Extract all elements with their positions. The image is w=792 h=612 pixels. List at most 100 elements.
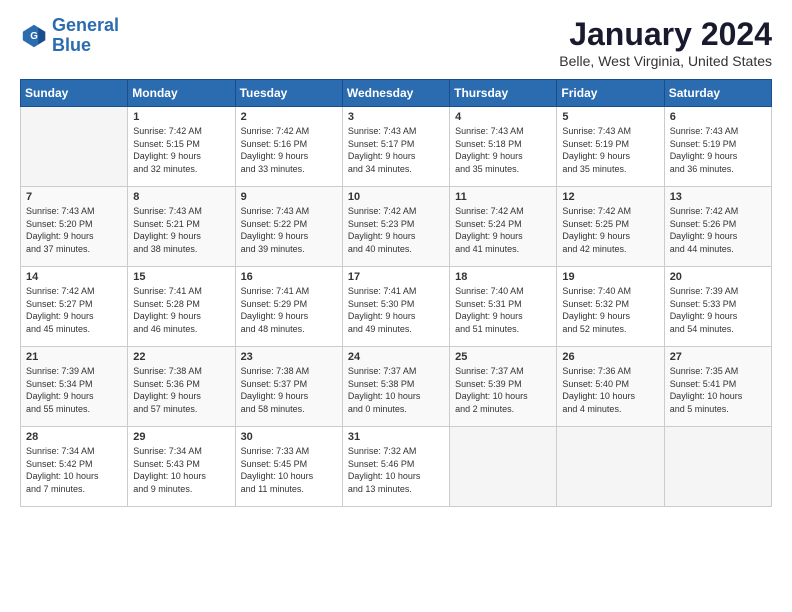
calendar-cell: 24Sunrise: 7:37 AM Sunset: 5:38 PM Dayli…	[342, 347, 449, 427]
calendar-cell: 15Sunrise: 7:41 AM Sunset: 5:28 PM Dayli…	[128, 267, 235, 347]
weekday-header-thursday: Thursday	[450, 80, 557, 107]
calendar-cell: 5 Sunrise: 7:43 AM Sunset: 5:19 PM Daylig…	[557, 107, 664, 187]
calendar-cell: 3Sunrise: 7:43 AM Sunset: 5:17 PM Daylig…	[342, 107, 449, 187]
calendar-week-row: 7 Sunrise: 7:43 AM Sunset: 5:20 PM Daylig…	[21, 187, 772, 267]
day-number: 31	[348, 431, 444, 443]
month-title: January 2024	[559, 16, 772, 53]
day-info: Sunrise: 7:43 AM Sunset: 5:19 PM Dayligh…	[670, 125, 766, 175]
calendar-cell: 21Sunrise: 7:39 AM Sunset: 5:34 PM Dayli…	[21, 347, 128, 427]
day-number: 5	[562, 111, 658, 123]
day-number: 16	[241, 271, 337, 283]
day-info: Sunrise: 7:42 AM Sunset: 5:25 PM Dayligh…	[562, 205, 658, 255]
day-info: Sunrise: 7:32 AM Sunset: 5:46 PM Dayligh…	[348, 445, 444, 495]
day-info: Sunrise: 7:34 AM Sunset: 5:42 PM Dayligh…	[26, 445, 122, 495]
day-number: 6	[670, 111, 766, 123]
calendar-table: SundayMondayTuesdayWednesdayThursdayFrid…	[20, 79, 772, 507]
calendar-cell: 18Sunrise: 7:40 AM Sunset: 5:31 PM Dayli…	[450, 267, 557, 347]
day-info: Sunrise: 7:38 AM Sunset: 5:36 PM Dayligh…	[133, 365, 229, 415]
day-number: 8	[133, 191, 229, 203]
day-number: 25	[455, 351, 551, 363]
day-info: Sunrise: 7:33 AM Sunset: 5:45 PM Dayligh…	[241, 445, 337, 495]
svg-text:G: G	[30, 31, 38, 42]
calendar-cell: 28 Sunrise: 7:34 AM Sunset: 5:42 PM Dayli…	[21, 427, 128, 507]
day-info: Sunrise: 7:42 AM Sunset: 5:16 PM Dayligh…	[241, 125, 337, 175]
weekday-header-sunday: Sunday	[21, 80, 128, 107]
day-info: Sunrise: 7:43 AM Sunset: 5:18 PM Dayligh…	[455, 125, 551, 175]
day-number: 9	[241, 191, 337, 203]
calendar-cell: 9 Sunrise: 7:43 AM Sunset: 5:22 PM Daylig…	[235, 187, 342, 267]
day-number: 10	[348, 191, 444, 203]
calendar-cell: 4 Sunrise: 7:43 AM Sunset: 5:18 PM Daylig…	[450, 107, 557, 187]
day-info: Sunrise: 7:43 AM Sunset: 5:20 PM Dayligh…	[26, 205, 122, 255]
calendar-cell: 16 Sunrise: 7:41 AM Sunset: 5:29 PM Dayli…	[235, 267, 342, 347]
logo-icon: G	[20, 22, 48, 50]
day-number: 19	[562, 271, 658, 283]
day-number: 2	[241, 111, 337, 123]
day-number: 1	[133, 111, 229, 123]
day-info: Sunrise: 7:38 AM Sunset: 5:37 PM Dayligh…	[241, 365, 337, 415]
day-info: Sunrise: 7:43 AM Sunset: 5:19 PM Dayligh…	[562, 125, 658, 175]
day-info: Sunrise: 7:42 AM Sunset: 5:23 PM Dayligh…	[348, 205, 444, 255]
day-number: 27	[670, 351, 766, 363]
calendar-cell: 6 Sunrise: 7:43 AM Sunset: 5:19 PM Daylig…	[664, 107, 771, 187]
day-info: Sunrise: 7:43 AM Sunset: 5:17 PM Dayligh…	[348, 125, 444, 175]
day-info: Sunrise: 7:36 AM Sunset: 5:40 PM Dayligh…	[562, 365, 658, 415]
calendar-cell: 13 Sunrise: 7:42 AM Sunset: 5:26 PM Dayli…	[664, 187, 771, 267]
calendar-cell: 20Sunrise: 7:39 AM Sunset: 5:33 PM Dayli…	[664, 267, 771, 347]
day-number: 7	[26, 191, 122, 203]
day-info: Sunrise: 7:37 AM Sunset: 5:38 PM Dayligh…	[348, 365, 444, 415]
weekday-header-row: SundayMondayTuesdayWednesdayThursdayFrid…	[21, 80, 772, 107]
calendar-cell: 7 Sunrise: 7:43 AM Sunset: 5:20 PM Daylig…	[21, 187, 128, 267]
calendar-cell: 19Sunrise: 7:40 AM Sunset: 5:32 PM Dayli…	[557, 267, 664, 347]
day-number: 26	[562, 351, 658, 363]
day-number: 11	[455, 191, 551, 203]
day-number: 14	[26, 271, 122, 283]
calendar-cell: 22 Sunrise: 7:38 AM Sunset: 5:36 PM Dayli…	[128, 347, 235, 427]
calendar-cell: 12 Sunrise: 7:42 AM Sunset: 5:25 PM Dayli…	[557, 187, 664, 267]
day-info: Sunrise: 7:42 AM Sunset: 5:26 PM Dayligh…	[670, 205, 766, 255]
calendar-cell: 25Sunrise: 7:37 AM Sunset: 5:39 PM Dayli…	[450, 347, 557, 427]
day-info: Sunrise: 7:43 AM Sunset: 5:21 PM Dayligh…	[133, 205, 229, 255]
day-number: 13	[670, 191, 766, 203]
day-number: 20	[670, 271, 766, 283]
logo-text: General Blue	[52, 16, 119, 56]
day-info: Sunrise: 7:43 AM Sunset: 5:22 PM Dayligh…	[241, 205, 337, 255]
weekday-header-tuesday: Tuesday	[235, 80, 342, 107]
day-number: 4	[455, 111, 551, 123]
calendar-cell	[664, 427, 771, 507]
weekday-header-saturday: Saturday	[664, 80, 771, 107]
location: Belle, West Virginia, United States	[559, 53, 772, 69]
calendar-week-row: 14 Sunrise: 7:42 AM Sunset: 5:27 PM Dayli…	[21, 267, 772, 347]
day-number: 23	[241, 351, 337, 363]
calendar-cell: 17Sunrise: 7:41 AM Sunset: 5:30 PM Dayli…	[342, 267, 449, 347]
day-info: Sunrise: 7:35 AM Sunset: 5:41 PM Dayligh…	[670, 365, 766, 415]
day-number: 18	[455, 271, 551, 283]
calendar-cell: 27 Sunrise: 7:35 AM Sunset: 5:41 PM Dayli…	[664, 347, 771, 427]
day-info: Sunrise: 7:41 AM Sunset: 5:29 PM Dayligh…	[241, 285, 337, 335]
day-info: Sunrise: 7:34 AM Sunset: 5:43 PM Dayligh…	[133, 445, 229, 495]
day-info: Sunrise: 7:42 AM Sunset: 5:27 PM Dayligh…	[26, 285, 122, 335]
day-info: Sunrise: 7:42 AM Sunset: 5:15 PM Dayligh…	[133, 125, 229, 175]
calendar-cell	[450, 427, 557, 507]
day-number: 21	[26, 351, 122, 363]
calendar-cell	[557, 427, 664, 507]
day-info: Sunrise: 7:41 AM Sunset: 5:30 PM Dayligh…	[348, 285, 444, 335]
calendar-cell: 8 Sunrise: 7:43 AM Sunset: 5:21 PM Daylig…	[128, 187, 235, 267]
day-number: 22	[133, 351, 229, 363]
calendar-cell: 14 Sunrise: 7:42 AM Sunset: 5:27 PM Dayli…	[21, 267, 128, 347]
weekday-header-wednesday: Wednesday	[342, 80, 449, 107]
calendar-cell: 30 Sunrise: 7:33 AM Sunset: 5:45 PM Dayli…	[235, 427, 342, 507]
weekday-header-friday: Friday	[557, 80, 664, 107]
day-number: 29	[133, 431, 229, 443]
day-number: 28	[26, 431, 122, 443]
day-number: 12	[562, 191, 658, 203]
calendar-cell: 1 Sunrise: 7:42 AM Sunset: 5:15 PM Daylig…	[128, 107, 235, 187]
calendar-cell: 11Sunrise: 7:42 AM Sunset: 5:24 PM Dayli…	[450, 187, 557, 267]
day-number: 30	[241, 431, 337, 443]
calendar-week-row: 28 Sunrise: 7:34 AM Sunset: 5:42 PM Dayli…	[21, 427, 772, 507]
logo: G General Blue	[20, 16, 119, 56]
day-number: 15	[133, 271, 229, 283]
calendar-cell: 31 Sunrise: 7:32 AM Sunset: 5:46 PM Dayli…	[342, 427, 449, 507]
weekday-header-monday: Monday	[128, 80, 235, 107]
calendar-week-row: 1 Sunrise: 7:42 AM Sunset: 5:15 PM Daylig…	[21, 107, 772, 187]
